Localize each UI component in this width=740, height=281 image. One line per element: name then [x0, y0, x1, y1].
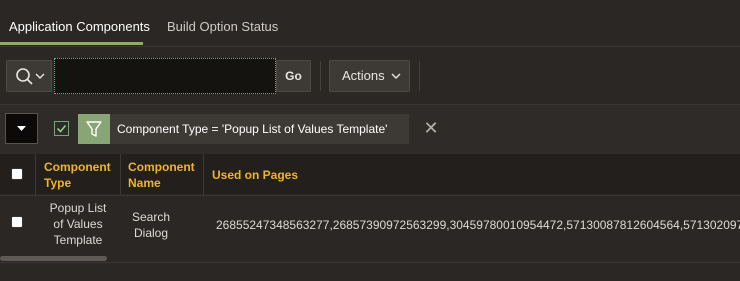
search-input[interactable] [54, 58, 276, 94]
tab-application-components[interactable]: Application Components [9, 19, 150, 34]
divider [0, 262, 740, 263]
filter-label[interactable]: Component Type = 'Popup List of Values T… [110, 114, 409, 144]
active-tab-indicator [0, 42, 143, 45]
chevron-down-icon [391, 73, 401, 79]
filter-collapse-toggle[interactable] [5, 113, 38, 144]
column-header-used-on-pages[interactable]: Used on Pages [212, 167, 298, 183]
toolbar-divider [419, 61, 420, 91]
caret-down-icon [17, 126, 26, 131]
horizontal-scrollbar[interactable] [0, 255, 740, 262]
scrollbar-thumb[interactable] [0, 256, 107, 261]
remove-filter-icon[interactable]: ✕ [421, 118, 441, 138]
table-header [0, 154, 740, 194]
column-header-component-name[interactable]: Component Name [128, 159, 195, 191]
toolbar-divider [320, 61, 321, 91]
cell-component-type: Popup List of Values Template [49, 201, 107, 247]
cell-component-name: Search Dialog [131, 210, 171, 240]
filter-enabled-checkbox[interactable] [54, 121, 69, 136]
checkmark-icon [56, 124, 67, 133]
search-column-button[interactable] [6, 60, 52, 92]
column-header-component-type[interactable]: Component Type [44, 159, 111, 191]
tab-build-option-status[interactable]: Build Option Status [167, 19, 278, 34]
filter-icon-box[interactable] [78, 114, 110, 144]
funnel-icon [86, 121, 102, 137]
go-button[interactable]: Go [276, 60, 311, 92]
search-icon [16, 68, 45, 85]
cell-used-on-pages: 26855247348563277,26857390972563299,3045… [216, 218, 740, 232]
actions-button[interactable]: Actions [329, 60, 410, 92]
select-all-checkbox[interactable] [11, 168, 23, 180]
row-select-checkbox[interactable] [11, 216, 23, 228]
actions-label: Actions [342, 68, 385, 83]
